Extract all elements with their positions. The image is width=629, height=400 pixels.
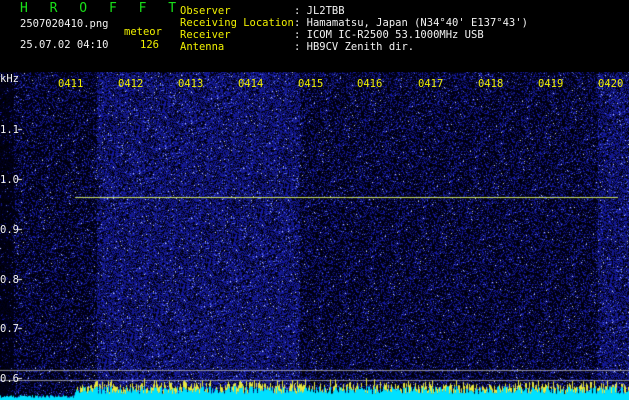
header-panel: H R O F F T 2507020410.png meteor 25.07.… <box>0 0 629 72</box>
time-tick-0416: 0416 <box>357 78 383 90</box>
receiver-label: Receiver <box>180 29 231 41</box>
receiver-value: : ICOM IC-R2500 53.1000MHz USB <box>294 29 484 41</box>
time-tick-0411: 0411 <box>58 78 84 90</box>
time-tick-0417: 0417 <box>418 78 444 90</box>
time-tick-0414: 0414 <box>238 78 264 90</box>
mode-label: meteor <box>124 26 162 38</box>
axis-unit-label: kHz <box>0 73 19 85</box>
brand-title: H R O F F T <box>20 1 184 16</box>
antenna-label: Antenna <box>180 41 225 53</box>
observer-label: Observer <box>180 5 231 17</box>
time-tick-0412: 0412 <box>118 78 144 90</box>
time-tick-0413: 0413 <box>178 78 204 90</box>
time-tick-0418: 0418 <box>478 78 504 90</box>
file-name: 2507020410.png <box>20 18 109 30</box>
time-tick-0420: 0420 <box>598 78 624 90</box>
time-tick-0415: 0415 <box>298 78 324 90</box>
freq-tick-0.8: 0.8 <box>0 274 19 286</box>
freq-tick-1.0: 1.0 <box>0 174 19 186</box>
time-tick-0419: 0419 <box>538 78 564 90</box>
freq-tick-0.7: 0.7 <box>0 323 19 335</box>
location-label: Receiving Location <box>180 17 294 29</box>
freq-tick-1.1: 1.1 <box>0 124 19 136</box>
location-value: : Hamamatsu, Japan (N34°40' E137°43') <box>294 17 528 29</box>
count-value: 126 <box>140 39 159 51</box>
freq-tick-0.6: 0.6 <box>0 373 19 385</box>
freq-tick-0.9: 0.9 <box>0 224 19 236</box>
date-time: 25.07.02 04:10 <box>20 39 109 51</box>
observer-value: : JL2TBB <box>294 5 345 17</box>
antenna-value: : HB9CV Zenith dir. <box>294 41 415 53</box>
